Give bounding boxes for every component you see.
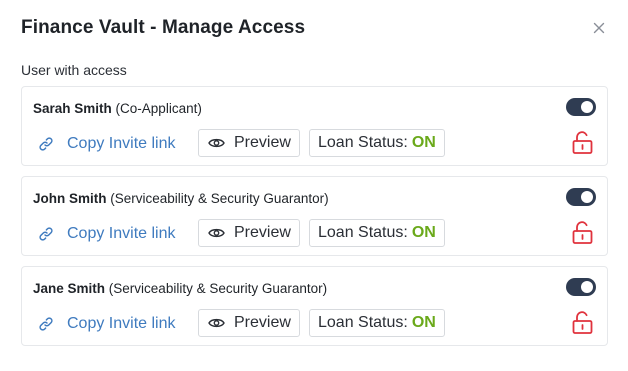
copy-invite-link[interactable]: Copy Invite link: [38, 221, 176, 247]
eye-icon: [208, 137, 225, 149]
user-heading: Sarah Smith (Co-Applicant): [33, 101, 202, 116]
unlocked-padlock-icon[interactable]: [572, 131, 593, 154]
toggle-knob: [581, 101, 593, 113]
copy-invite-label: Copy Invite link: [67, 225, 176, 242]
user-access-card: Sarah Smith (Co-Applicant) Copy Invite l…: [21, 86, 608, 166]
access-toggle[interactable]: [566, 98, 596, 116]
loan-status-badge: Loan Status: ON: [309, 219, 445, 247]
loan-status-value: ON: [411, 134, 436, 151]
unlocked-padlock-icon[interactable]: [572, 221, 593, 244]
copy-invite-label: Copy Invite link: [67, 135, 176, 152]
link-icon: [38, 136, 54, 152]
user-access-card: John Smith (Serviceability & Security Gu…: [21, 176, 608, 256]
user-name: John Smith: [33, 191, 107, 206]
user-access-card: Jane Smith (Serviceability & Security Gu…: [21, 266, 608, 346]
user-role: (Serviceability & Security Guarantor): [108, 281, 328, 296]
close-icon[interactable]: [591, 20, 607, 36]
unlocked-padlock-icon[interactable]: [572, 311, 593, 334]
dialog-title: Finance Vault - Manage Access: [21, 17, 306, 38]
eye-icon: [208, 227, 225, 239]
loan-status-value: ON: [411, 224, 436, 241]
preview-button[interactable]: Preview: [198, 219, 300, 247]
preview-button[interactable]: Preview: [198, 309, 300, 337]
user-heading: John Smith (Serviceability & Security Gu…: [33, 191, 329, 206]
loan-status-badge: Loan Status: ON: [309, 129, 445, 157]
preview-button[interactable]: Preview: [198, 129, 300, 157]
section-label: User with access: [21, 62, 127, 78]
loan-status-badge: Loan Status: ON: [309, 309, 445, 337]
copy-invite-link[interactable]: Copy Invite link: [38, 311, 176, 337]
user-role: (Co-Applicant): [115, 101, 202, 116]
user-name: Jane Smith: [33, 281, 106, 296]
loan-status-label: Loan Status:: [318, 314, 408, 331]
access-toggle[interactable]: [566, 188, 596, 206]
user-heading: Jane Smith (Serviceability & Security Gu…: [33, 281, 327, 296]
toggle-knob: [581, 191, 593, 203]
manage-access-dialog: Finance Vault - Manage Access User with …: [0, 0, 628, 371]
preview-label: Preview: [234, 224, 291, 241]
user-role: (Serviceability & Security Guarantor): [110, 191, 329, 206]
link-icon: [38, 226, 54, 242]
loan-status-value: ON: [411, 314, 436, 331]
link-icon: [38, 316, 54, 332]
preview-label: Preview: [234, 314, 291, 331]
toggle-knob: [581, 281, 593, 293]
user-name: Sarah Smith: [33, 101, 112, 116]
loan-status-label: Loan Status:: [318, 134, 408, 151]
copy-invite-link[interactable]: Copy Invite link: [38, 131, 176, 157]
access-toggle[interactable]: [566, 278, 596, 296]
copy-invite-label: Copy Invite link: [67, 315, 176, 332]
preview-label: Preview: [234, 134, 291, 151]
eye-icon: [208, 317, 225, 329]
loan-status-label: Loan Status:: [318, 224, 408, 241]
